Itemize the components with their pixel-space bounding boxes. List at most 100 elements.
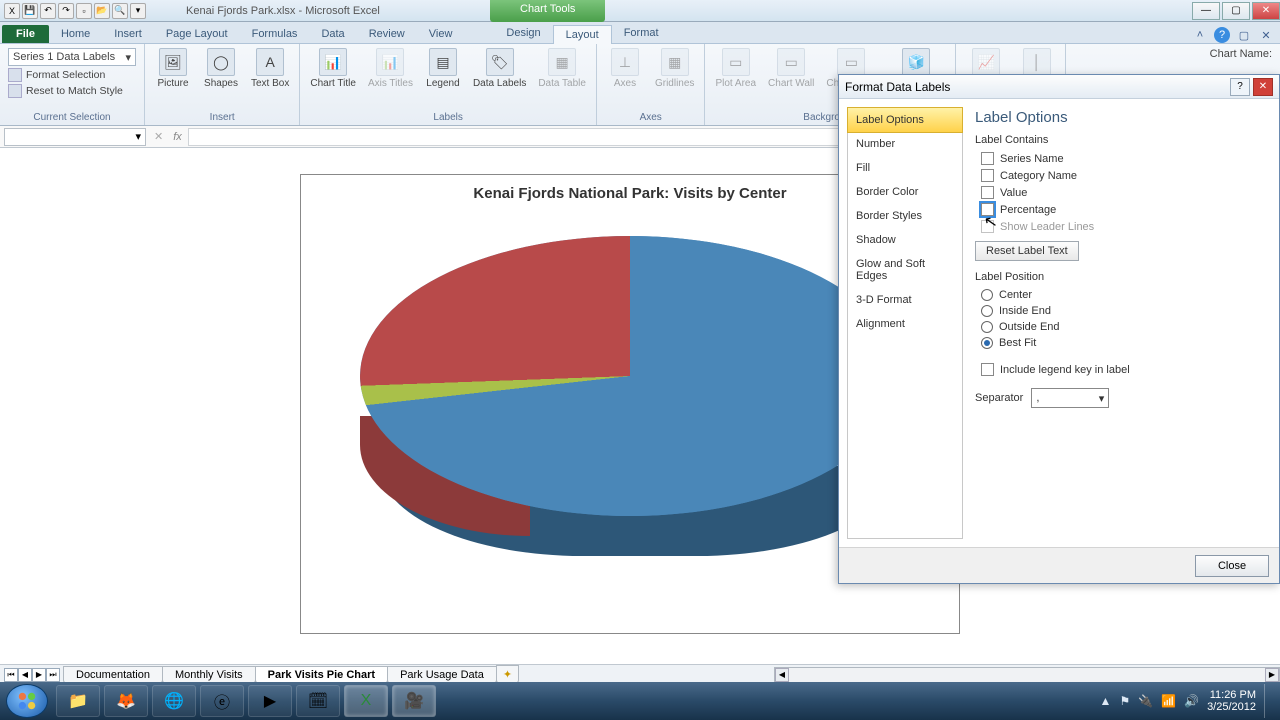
checkbox-percentage[interactable] [981,203,994,216]
name-box[interactable]: ▾ [4,128,146,146]
taskbar-firefox-icon[interactable]: 🦊 [104,685,148,717]
tab-data[interactable]: Data [309,25,356,43]
sheet-tab-documentation[interactable]: Documentation [63,666,163,684]
axes-button[interactable]: ⊥Axes [603,46,647,91]
new-icon[interactable]: ▫ [76,3,92,19]
nav-glow[interactable]: Glow and Soft Edges [848,252,962,288]
picture-icon: 🖼 [159,48,187,76]
taskbar-clock[interactable]: 11:26 PM 3/25/2012 [1207,689,1256,713]
tab-nav-first-icon[interactable]: ⏮ [4,668,18,682]
chart-tools-contextual-tab: Chart Tools [490,0,605,22]
data-labels-button[interactable]: 🏷Data Labels [469,46,530,91]
tab-nav-prev-icon[interactable]: ◀ [18,668,32,682]
nav-3d-format[interactable]: 3-D Format [848,288,962,312]
tab-home[interactable]: Home [49,25,102,43]
data-table-button[interactable]: ▦Data Table [534,46,590,91]
tab-layout[interactable]: Layout [553,25,612,44]
tray-power-icon[interactable]: 🔌 [1138,694,1153,708]
show-desktop-button[interactable] [1264,684,1274,718]
fx-icon[interactable]: fx [173,131,182,143]
trendline-icon: 📈 [972,48,1000,76]
dialog-title-bar[interactable]: Format Data Labels ? ✕ [839,75,1279,99]
tab-insert[interactable]: Insert [102,25,154,43]
reset-to-match-style-button[interactable]: Reset to Match Style [8,84,136,98]
minimize-button[interactable]: — [1192,2,1220,20]
axis-titles-button[interactable]: 📊Axis Titles [364,46,417,91]
sheet-tab-monthly-visits[interactable]: Monthly Visits [162,666,256,684]
tab-format[interactable]: Format [612,24,671,43]
excel-icon[interactable]: X [4,3,20,19]
nav-fill[interactable]: Fill [848,156,962,180]
help-icon[interactable]: ? [1214,27,1230,43]
checkbox-category-name[interactable] [981,169,994,182]
radio-outside-end[interactable] [981,321,993,333]
taskbar-calculator-icon[interactable]: 🗓 [296,685,340,717]
scroll-right-icon[interactable]: ▶ [1265,668,1279,682]
maximize-button[interactable]: ▢ [1222,2,1250,20]
checkbox-value[interactable] [981,186,994,199]
gridlines-button[interactable]: ▦Gridlines [651,46,698,91]
dialog-help-button[interactable]: ? [1230,78,1250,96]
separator-combo[interactable]: ,▾ [1031,388,1109,408]
tray-flag-icon[interactable]: ⚑ [1119,694,1130,708]
tray-network-icon[interactable]: 📶 [1161,694,1176,708]
chart-element-selector[interactable]: Series 1 Data Labels▾ [8,48,136,66]
tab-formulas[interactable]: Formulas [240,25,310,43]
restore-workbook-icon[interactable]: ▢ [1236,27,1252,43]
nav-label-options[interactable]: Label Options [847,107,963,133]
tab-design[interactable]: Design [494,24,552,43]
tab-review[interactable]: Review [357,25,417,43]
tab-nav-next-icon[interactable]: ▶ [32,668,46,682]
plot-area-button[interactable]: ▭Plot Area [711,46,760,91]
chart-wall-button[interactable]: ▭Chart Wall [764,46,818,91]
close-workbook-icon[interactable]: ✕ [1258,27,1274,43]
qat-dropdown-icon[interactable]: ▾ [130,3,146,19]
open-icon[interactable]: 📂 [94,3,110,19]
pie-chart[interactable] [360,216,900,596]
legend-button[interactable]: ▤Legend [421,46,465,91]
dialog-close-x-button[interactable]: ✕ [1253,78,1273,96]
checkbox-leader-lines[interactable] [981,220,994,233]
taskbar-chrome-icon[interactable]: 🌐 [152,685,196,717]
tab-nav-last-icon[interactable]: ⏭ [46,668,60,682]
text-box-button[interactable]: AText Box [247,46,293,91]
start-button[interactable] [6,684,48,718]
horizontal-scrollbar[interactable]: ◀ ▶ [774,667,1280,683]
nav-shadow[interactable]: Shadow [848,228,962,252]
tab-view[interactable]: View [417,25,465,43]
sheet-tab-pie-chart[interactable]: Park Visits Pie Chart [255,666,388,684]
chart-title-button[interactable]: 📊Chart Title [306,46,360,91]
taskbar-camtasia-icon[interactable]: 🎥 [392,685,436,717]
sheet-tab-park-usage[interactable]: Park Usage Data [387,666,497,684]
checkbox-series-name[interactable] [981,152,994,165]
redo-icon[interactable]: ↷ [58,3,74,19]
nav-alignment[interactable]: Alignment [848,312,962,336]
taskbar-excel-icon[interactable]: X [344,685,388,717]
taskbar-explorer-icon[interactable]: 📁 [56,685,100,717]
file-tab[interactable]: File [2,25,49,43]
nav-border-color[interactable]: Border Color [848,180,962,204]
checkbox-legend-key[interactable] [981,363,994,376]
save-icon[interactable]: 💾 [22,3,38,19]
close-window-button[interactable]: ✕ [1252,2,1280,20]
scroll-left-icon[interactable]: ◀ [775,668,789,682]
nav-border-styles[interactable]: Border Styles [848,204,962,228]
print-preview-icon[interactable]: 🔍 [112,3,128,19]
radio-inside-end[interactable] [981,305,993,317]
undo-icon[interactable]: ↶ [40,3,56,19]
dialog-close-button[interactable]: Close [1195,555,1269,577]
taskbar-media-player-icon[interactable]: ▶ [248,685,292,717]
reset-label-text-button[interactable]: Reset Label Text [975,241,1079,261]
tab-page-layout[interactable]: Page Layout [154,25,240,43]
nav-number[interactable]: Number [848,132,962,156]
taskbar-ie-icon[interactable]: ⓔ [200,685,244,717]
radio-center[interactable] [981,289,993,301]
minimize-ribbon-icon[interactable]: ˄ [1192,27,1208,43]
tray-show-hidden-icon[interactable]: ▲ [1100,694,1112,708]
tray-volume-icon[interactable]: 🔊 [1184,694,1199,708]
cancel-formula-icon[interactable]: ✕ [150,130,167,143]
shapes-button[interactable]: ◯Shapes [199,46,243,91]
format-selection-button[interactable]: Format Selection [8,68,136,82]
picture-button[interactable]: 🖼Picture [151,46,195,91]
radio-best-fit[interactable] [981,337,993,349]
